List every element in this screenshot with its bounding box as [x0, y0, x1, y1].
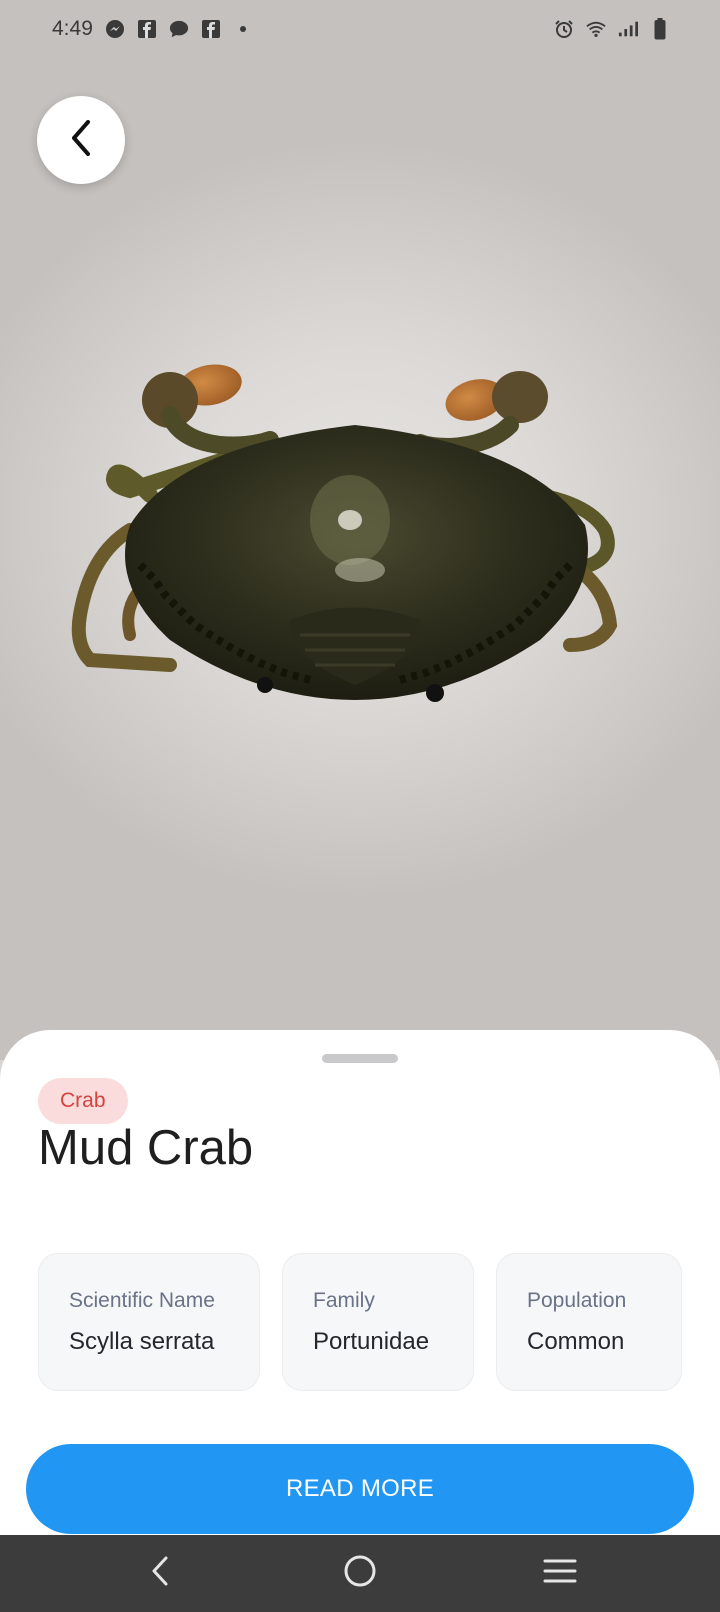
- info-card-value: Scylla serrata: [69, 1328, 215, 1355]
- home-circle-icon: [343, 1554, 377, 1593]
- back-button[interactable]: [37, 96, 125, 184]
- status-bar: 4:49: [0, 0, 720, 58]
- drag-handle[interactable]: [322, 1054, 398, 1063]
- status-time: 4:49: [52, 17, 93, 40]
- crab-image: [71, 364, 618, 702]
- nav-back-icon: [149, 1555, 171, 1592]
- status-left: 4:49: [52, 17, 253, 41]
- signal-icon: [618, 19, 638, 39]
- menu-lines-icon: [543, 1558, 577, 1589]
- info-card-label: Population: [527, 1289, 627, 1312]
- info-card-label: Family: [313, 1289, 375, 1312]
- messenger-icon: [105, 19, 125, 39]
- details-sheet: Crab Mud Crab Scientific Name Scylla ser…: [0, 1030, 720, 1535]
- chat-icon: [169, 19, 189, 39]
- alarm-icon: [554, 19, 574, 39]
- info-card-population: Population Common: [496, 1253, 682, 1391]
- info-card-scientific-name: Scientific Name Scylla serrata: [38, 1253, 260, 1391]
- info-card-family: Family Portunidae: [282, 1253, 474, 1391]
- system-nav-bar: [0, 1535, 720, 1612]
- nav-home-button[interactable]: [320, 1544, 400, 1604]
- nav-back-button[interactable]: [120, 1544, 200, 1604]
- status-right: [554, 18, 670, 40]
- info-card-label: Scientific Name: [69, 1289, 215, 1312]
- read-more-button[interactable]: READ MORE: [26, 1444, 694, 1534]
- facebook-icon: [201, 19, 221, 39]
- species-title: Mud Crab: [38, 1121, 254, 1175]
- nav-recents-button[interactable]: [520, 1544, 600, 1604]
- battery-icon: [650, 18, 670, 40]
- info-card-value: Portunidae: [313, 1328, 430, 1355]
- dot-icon: [233, 19, 253, 39]
- chevron-left-icon: [68, 118, 94, 163]
- wifi-icon: [586, 19, 606, 39]
- info-card-value: Common: [527, 1328, 625, 1355]
- facebook-icon: [137, 19, 157, 39]
